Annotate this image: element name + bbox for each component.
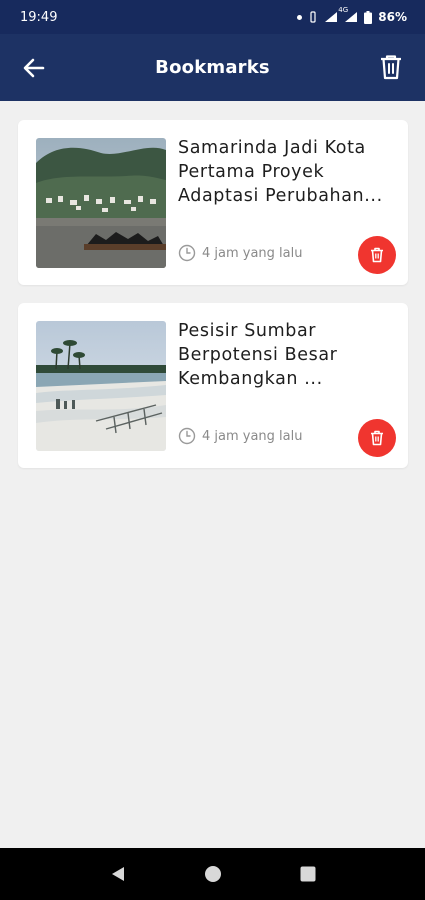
- bookmark-title[interactable]: Samarinda Jadi Kota Pertama Proyek Adapt…: [178, 136, 398, 208]
- signal-4g-icon: 4G: [338, 6, 358, 23]
- bookmark-thumbnail[interactable]: [36, 138, 166, 268]
- page-title: Bookmarks: [155, 57, 270, 78]
- bookmark-timestamp: 4 jam yang lalu: [178, 427, 303, 445]
- trash-icon: [381, 55, 401, 80]
- bookmark-timestamp: 4 jam yang lalu: [178, 244, 303, 262]
- vibrate-icon: [308, 11, 318, 23]
- nav-back-button[interactable]: [98, 854, 138, 894]
- trash-icon: [371, 430, 383, 446]
- battery-level: 86%: [378, 10, 407, 24]
- bookmark-thumbnail[interactable]: [36, 321, 166, 451]
- bookmark-card[interactable]: Pesisir Sumbar Berpotensi Besar Kembangk…: [18, 303, 408, 468]
- bookmark-title[interactable]: Pesisir Sumbar Berpotensi Besar Kembangk…: [178, 319, 398, 391]
- clock-icon: [178, 244, 196, 262]
- triangle-back-icon: [111, 867, 124, 881]
- delete-bookmark-button[interactable]: [358, 419, 396, 457]
- network-label: 4G: [338, 6, 349, 14]
- clock-icon: [178, 427, 196, 445]
- system-nav-bar: [0, 848, 425, 900]
- nav-recents-button[interactable]: [288, 854, 328, 894]
- status-time: 19:49: [20, 9, 58, 25]
- bookmark-card[interactable]: Samarinda Jadi Kota Pertama Proyek Adapt…: [18, 120, 408, 285]
- signal-icon: [324, 11, 338, 23]
- delete-all-button[interactable]: [377, 52, 405, 82]
- trash-icon: [371, 247, 383, 263]
- status-icons: 4G 86%: [297, 6, 407, 24]
- app-bar: Bookmarks: [0, 34, 425, 101]
- circle-home-icon: [204, 866, 221, 882]
- notification-dot-icon: [297, 14, 303, 20]
- status-bar: 19:49 4G 86%: [0, 0, 425, 34]
- river-town-photo: [36, 138, 166, 268]
- battery-icon: [364, 10, 373, 24]
- coastal-beach-photo: [36, 321, 166, 451]
- bookmark-time-label: 4 jam yang lalu: [202, 245, 303, 261]
- bookmark-time-label: 4 jam yang lalu: [202, 428, 303, 444]
- square-recents-icon: [300, 866, 315, 882]
- delete-bookmark-button[interactable]: [358, 236, 396, 274]
- nav-home-button[interactable]: [193, 854, 233, 894]
- bookmark-list: Samarinda Jadi Kota Pertama Proyek Adapt…: [18, 120, 408, 486]
